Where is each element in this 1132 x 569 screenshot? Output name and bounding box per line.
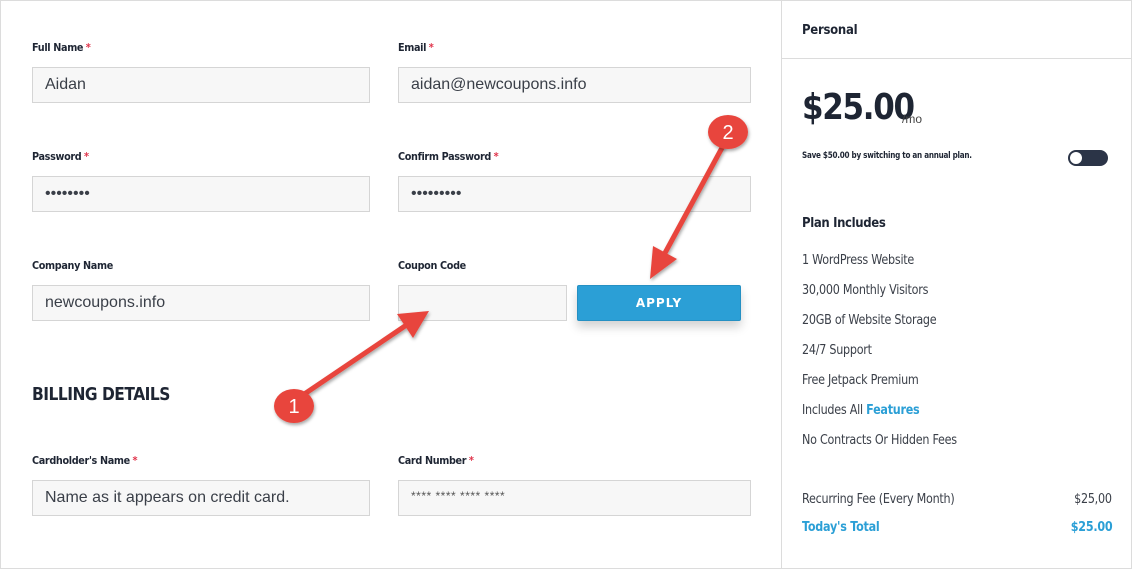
plan-price: $25.00: [802, 87, 915, 128]
coupon-code-input[interactable]: [398, 285, 567, 321]
annual-savings-note: Save $50.00 by switching to an annual pl…: [802, 151, 972, 161]
email-field[interactable]: aidan@newcoupons.info: [398, 67, 751, 103]
feature-item: 30,000 Monthly Visitors: [802, 283, 929, 298]
card-number-label: Card Number *: [398, 454, 474, 467]
todays-total-value: $25.00: [1070, 520, 1112, 535]
feature-item: 24/7 Support: [802, 343, 872, 358]
feature-item: 20GB of Website Storage: [802, 313, 937, 328]
full-name-label: Full Name *: [32, 41, 91, 54]
feature-item: 1 WordPress Website: [802, 253, 915, 268]
plan-name: Personal: [802, 23, 858, 38]
arrow-2: [650, 143, 726, 279]
card-number-field[interactable]: **** **** **** ****: [398, 480, 751, 516]
recurring-fee-value: $25,00: [1074, 492, 1112, 507]
billing-details-heading: BILLING DETAILS: [32, 384, 170, 405]
apply-coupon-button[interactable]: APPLY: [577, 285, 741, 321]
email-label: Email *: [398, 41, 434, 54]
features-link[interactable]: Features: [866, 403, 920, 418]
recurring-fee-label: Recurring Fee (Every Month): [802, 492, 955, 507]
feature-item: Free Jetpack Premium: [802, 373, 919, 388]
arrow-1: [294, 311, 429, 402]
cardholder-name-label: Cardholder's Name *: [32, 454, 138, 467]
annual-plan-toggle[interactable]: [1068, 150, 1108, 166]
coupon-code-label: Coupon Code: [398, 259, 466, 272]
feature-item: Includes All Features: [802, 403, 920, 418]
price-period: /mo: [902, 112, 923, 126]
todays-total-label: Today's Total: [802, 520, 880, 535]
confirm-password-field[interactable]: •••••••••: [398, 176, 751, 212]
cardholder-name-field[interactable]: Name as it appears on credit card.: [32, 480, 370, 516]
svg-text:2: 2: [722, 122, 733, 144]
full-name-field[interactable]: Aidan: [32, 67, 370, 103]
checkout-page: Full Name * Aidan Email * aidan@newcoupons…: [0, 0, 1132, 569]
svg-text:1: 1: [288, 396, 299, 418]
plan-includes-heading: Plan Includes: [802, 216, 886, 231]
confirm-password-label: Confirm Password *: [398, 150, 499, 163]
badge-2: 2: [708, 115, 748, 149]
badge-1: 1: [274, 389, 314, 423]
company-name-field[interactable]: newcoupons.info: [32, 285, 370, 321]
password-label: Password *: [32, 150, 89, 163]
plan-header: Personal: [782, 1, 1132, 59]
company-name-label: Company Name: [32, 259, 113, 272]
password-field[interactable]: ••••••••: [32, 176, 370, 212]
feature-item: No Contracts Or Hidden Fees: [802, 433, 957, 448]
plan-summary-sidebar: Personal $25.00 /mo Save $50.00 by switc…: [781, 1, 1132, 569]
toggle-knob: [1070, 152, 1082, 164]
